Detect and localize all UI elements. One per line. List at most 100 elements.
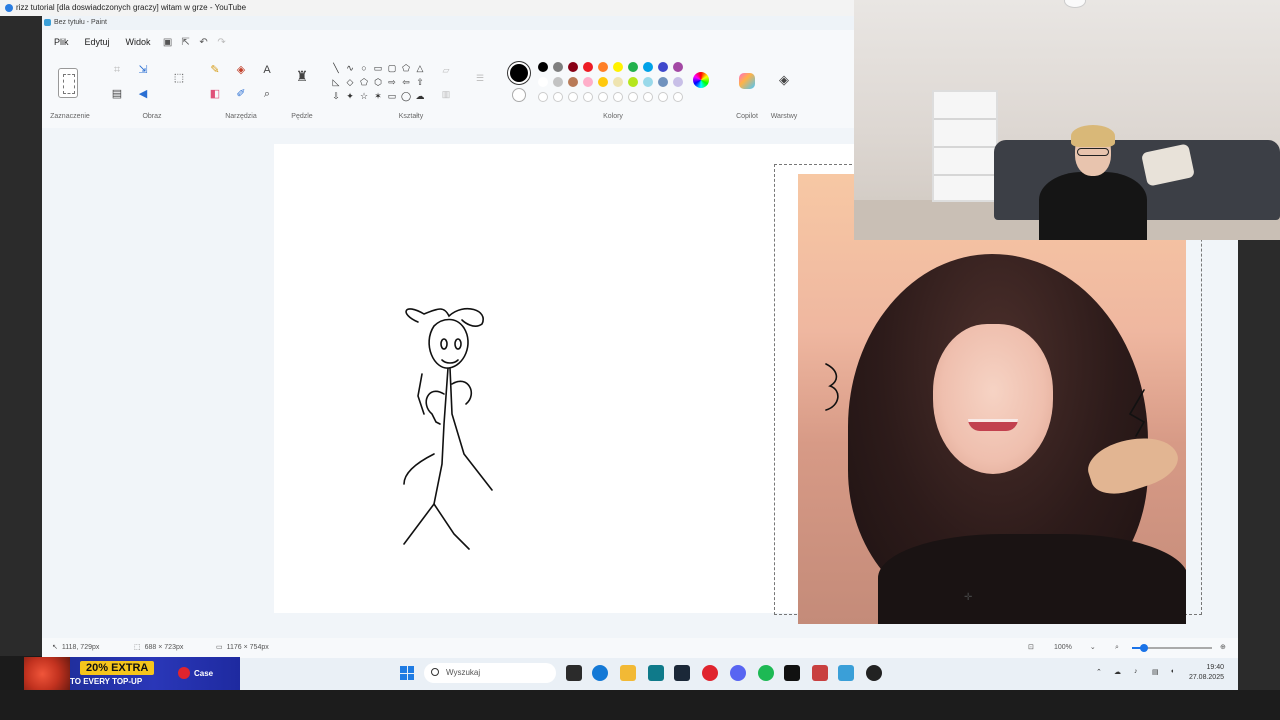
triangle-shape-icon[interactable]: △ xyxy=(414,62,426,74)
pasted-photo[interactable] xyxy=(798,174,1186,624)
diamond-shape-icon[interactable]: ◇ xyxy=(344,76,356,88)
color-swatch[interactable] xyxy=(553,62,563,72)
primary-color[interactable] xyxy=(510,64,528,82)
pentagon-shape-icon[interactable]: ⬠ xyxy=(358,76,370,88)
zoom-select[interactable]: 100% ⌄ xyxy=(1054,643,1096,653)
redo-icon[interactable]: ↷ xyxy=(213,34,231,50)
app-icon[interactable] xyxy=(866,665,882,681)
color-picker-icon[interactable]: ✐ xyxy=(234,88,248,102)
color-swatch[interactable] xyxy=(583,77,593,87)
custom-color-slot[interactable] xyxy=(553,92,563,102)
capcut-icon[interactable] xyxy=(784,665,800,681)
copilot-icon[interactable] xyxy=(739,73,755,89)
share-icon[interactable]: ⇱ xyxy=(177,34,195,50)
color-swatch[interactable] xyxy=(658,62,668,72)
flip-icon[interactable]: ▤ xyxy=(110,88,124,102)
right-triangle-shape-icon[interactable]: ◺ xyxy=(330,76,342,88)
zoom-slider-handle[interactable] xyxy=(1140,644,1148,652)
color-swatch[interactable] xyxy=(538,77,548,87)
size-icon[interactable]: ☰ xyxy=(474,72,486,84)
curve-shape-icon[interactable]: ∿ xyxy=(344,62,356,74)
save-icon[interactable]: ▣ xyxy=(159,34,177,50)
resize-icon[interactable]: ⇲ xyxy=(136,64,150,78)
pencil-icon[interactable]: ✎ xyxy=(208,64,222,78)
color-swatch[interactable] xyxy=(568,77,578,87)
layers-icon[interactable]: ◈ xyxy=(777,73,791,88)
rectangle-shape-icon[interactable]: ▭ xyxy=(372,62,384,74)
color-swatch[interactable] xyxy=(568,62,578,72)
store-icon[interactable] xyxy=(648,665,664,681)
color-swatch[interactable] xyxy=(613,77,623,87)
eraser-icon[interactable]: ◧ xyxy=(208,88,222,102)
arrow-right-shape-icon[interactable]: ⇨ xyxy=(386,76,398,88)
line-shape-icon[interactable]: ╲ xyxy=(330,62,342,74)
paint-taskbar-icon[interactable] xyxy=(838,665,854,681)
custom-color-slot[interactable] xyxy=(598,92,608,102)
steam-icon[interactable] xyxy=(674,665,690,681)
network-icon[interactable]: ▤ xyxy=(1152,668,1159,676)
obs-icon[interactable] xyxy=(812,665,828,681)
custom-color-slot[interactable] xyxy=(613,92,623,102)
oval-shape-icon[interactable]: ○ xyxy=(358,62,370,74)
color-swatch[interactable] xyxy=(598,62,608,72)
zoom-in-button[interactable]: ⊕ xyxy=(1220,643,1226,653)
image-select-icon[interactable]: ⬚ xyxy=(172,72,186,86)
custom-color-slot[interactable] xyxy=(628,92,638,102)
crop-icon[interactable]: ⌗ xyxy=(110,64,124,78)
zoom-out-button[interactable]: ⌕ xyxy=(1115,643,1119,653)
color-swatch[interactable] xyxy=(583,62,593,72)
custom-color-slot[interactable] xyxy=(583,92,593,102)
callout-rect-shape-icon[interactable]: ▭ xyxy=(386,90,398,102)
selection-tool-icon[interactable] xyxy=(58,68,78,98)
color-swatch[interactable] xyxy=(658,77,668,87)
star4-shape-icon[interactable]: ✦ xyxy=(344,90,356,102)
color-swatch[interactable] xyxy=(613,62,623,72)
color-swatch[interactable] xyxy=(673,62,683,72)
discord-icon[interactable] xyxy=(730,665,746,681)
polygon-shape-icon[interactable]: ⬠ xyxy=(400,62,412,74)
custom-color-slot[interactable] xyxy=(568,92,578,102)
tray-chevron-icon[interactable]: ⌃ xyxy=(1096,668,1102,676)
arrow-left-shape-icon[interactable]: ⇦ xyxy=(400,76,412,88)
custom-color-slot[interactable] xyxy=(538,92,548,102)
menu-file[interactable]: Plik xyxy=(46,34,77,50)
rounded-rect-shape-icon[interactable]: ▢ xyxy=(386,62,398,74)
arrow-down-shape-icon[interactable]: ⇩ xyxy=(330,90,342,102)
spotify-icon[interactable] xyxy=(758,665,774,681)
magnifier-icon[interactable]: ⌕ xyxy=(260,88,274,102)
custom-color-slot[interactable] xyxy=(673,92,683,102)
color-swatch[interactable] xyxy=(673,77,683,87)
promo-banner[interactable]: 20% EXTRA TO EVERY TOP-UP Case xyxy=(24,657,240,691)
edit-colors-icon[interactable] xyxy=(693,72,709,88)
custom-color-slot[interactable] xyxy=(643,92,653,102)
microphone-icon[interactable]: ♪ xyxy=(1134,668,1138,675)
custom-color-slot[interactable] xyxy=(658,92,668,102)
callout-oval-shape-icon[interactable]: ◯ xyxy=(400,90,412,102)
outline-icon[interactable]: ▱ xyxy=(440,64,452,76)
callout-cloud-shape-icon[interactable]: ☁ xyxy=(414,90,426,102)
edge-icon[interactable] xyxy=(592,665,608,681)
color-swatch[interactable] xyxy=(538,62,548,72)
color-swatch[interactable] xyxy=(598,77,608,87)
rotate-icon[interactable]: ◀ xyxy=(136,88,150,102)
undo-icon[interactable]: ↶ xyxy=(195,34,213,50)
secondary-color[interactable] xyxy=(512,88,526,102)
fill-icon[interactable]: ◈ xyxy=(234,64,248,78)
clock[interactable]: 19:40 27.08.2025 xyxy=(1184,663,1224,683)
taskbar-search[interactable]: Wyszukaj xyxy=(424,663,556,683)
color-swatch[interactable] xyxy=(628,62,638,72)
fit-to-window[interactable]: ⊡ xyxy=(1028,643,1034,653)
arrow-up-shape-icon[interactable]: ⇧ xyxy=(414,76,426,88)
volume-icon[interactable]: ◖ xyxy=(1170,668,1174,675)
opera-icon[interactable] xyxy=(702,665,718,681)
color-swatch[interactable] xyxy=(643,62,653,72)
text-icon[interactable]: A xyxy=(260,64,274,78)
color-swatch[interactable] xyxy=(628,77,638,87)
shape-fill-icon[interactable]: ▥ xyxy=(440,88,452,100)
hexagon-shape-icon[interactable]: ⬡ xyxy=(372,76,384,88)
cloud-icon[interactable]: ☁ xyxy=(1114,668,1121,676)
color-swatch[interactable] xyxy=(553,77,563,87)
star6-shape-icon[interactable]: ✶ xyxy=(372,90,384,102)
start-button[interactable] xyxy=(400,666,414,680)
menu-view[interactable]: Widok xyxy=(118,34,159,50)
